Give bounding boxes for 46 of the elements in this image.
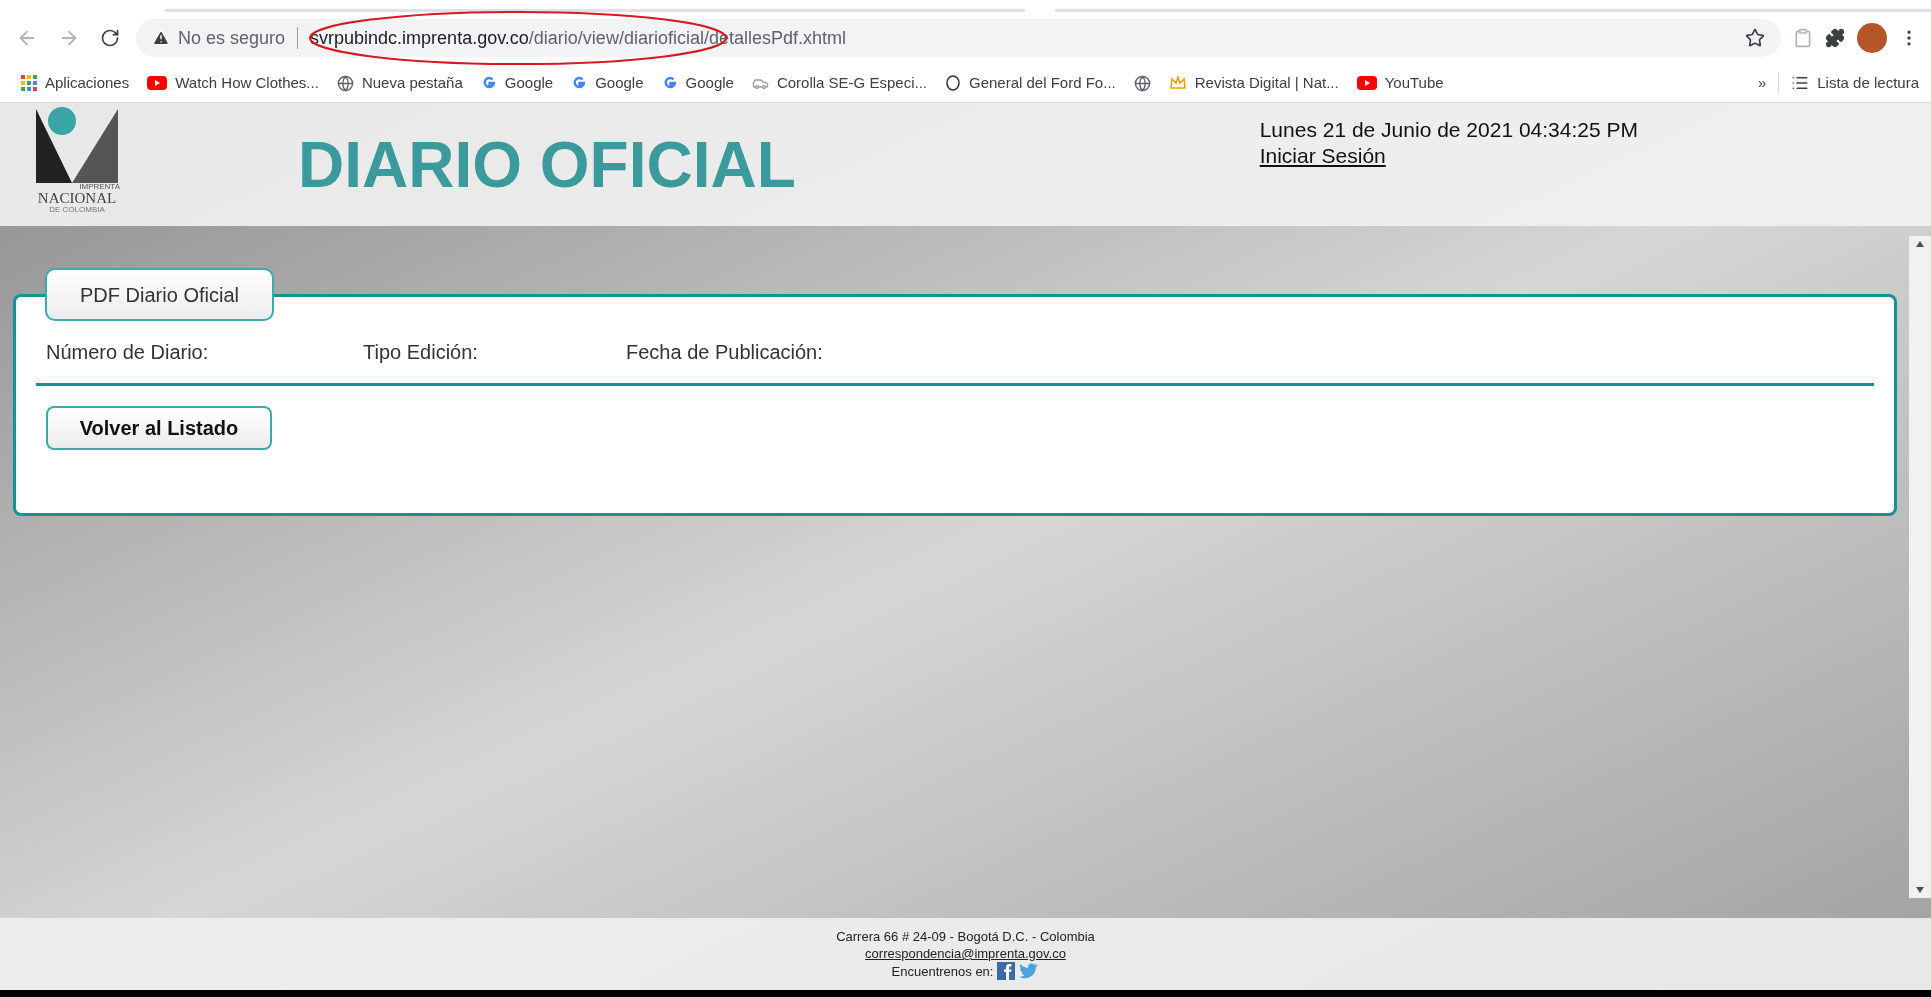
security-label: No es seguro <box>178 26 286 50</box>
logo-subtitle: DE COLOMBIA <box>49 206 105 214</box>
play-icon <box>1356 76 1377 90</box>
profile-avatar[interactable] <box>1857 23 1887 53</box>
address-text: Carrera 66 # 24-09 - Bogotá D.C. - Colombia <box>836 928 1095 945</box>
bookmark-item[interactable]: Google <box>562 71 653 95</box>
reading-list-button[interactable]: Lista de lectura <box>1791 71 1919 95</box>
bookmark-item[interactable]: Corolla SE-G Especi... <box>742 71 936 95</box>
email-link[interactable]: correspondencia@imprenta.gov.co <box>865 945 1066 962</box>
field-label: Fecha de Publicación: <box>626 340 823 365</box>
bookmark-item[interactable]: Revista Digital | Nat... <box>1159 71 1348 95</box>
scrollbar[interactable] <box>1909 236 1931 898</box>
play-icon <box>147 76 168 90</box>
facebook-icon[interactable] <box>997 962 1016 980</box>
bookmark-item[interactable]: Google <box>471 71 563 95</box>
scroll-down-icon[interactable] <box>1915 886 1925 894</box>
bookmark-item[interactable]: Google <box>652 71 743 95</box>
bookmark-item[interactable]: General del Ford Fo... <box>936 71 1125 95</box>
back-to-list-button[interactable]: Volver al Listado <box>46 406 272 450</box>
crown-icon <box>1168 76 1187 90</box>
globe-icon <box>1133 74 1151 92</box>
date-time-text: Lunes 21 de Junio de 2021 04:34:25 PM <box>1259 117 1638 143</box>
bookmark-item[interactable]: YouTube <box>1347 71 1453 95</box>
bookmark-item[interactable]: Watch How Clothes... <box>138 71 328 95</box>
field-label: Número de Diario: <box>46 340 210 365</box>
list-icon <box>1791 74 1810 92</box>
bookmark-item[interactable]: Aplicaciones <box>12 71 139 95</box>
clipboard-icon[interactable] <box>1793 28 1813 48</box>
apps-grid-icon <box>21 75 37 91</box>
warning-icon <box>152 29 170 47</box>
overflow-chevron[interactable]: » <box>1745 71 1779 95</box>
logo-mark-icon <box>36 107 118 183</box>
oval-icon <box>945 75 961 91</box>
field-label: Tipo Edición: <box>363 340 479 365</box>
scroll-up-icon[interactable] <box>1915 240 1925 248</box>
site-title: DIARIO OFICIAL <box>298 128 796 203</box>
bookmark-star-icon[interactable] <box>1745 28 1765 48</box>
logo-small-text: IMPRENTA <box>79 183 120 191</box>
social-label: Encuentrenos en: <box>891 962 994 980</box>
globe-icon <box>336 74 354 92</box>
login-link[interactable]: Iniciar Sesión <box>1259 143 1386 169</box>
g-letter-icon <box>571 75 588 91</box>
extensions-icon[interactable] <box>1825 28 1845 48</box>
logo-name: NACIONAL <box>37 191 117 206</box>
bookmark-item[interactable]: Nueva pestaña <box>327 71 472 95</box>
tab-legend: PDF Diario Oficial <box>45 268 274 321</box>
